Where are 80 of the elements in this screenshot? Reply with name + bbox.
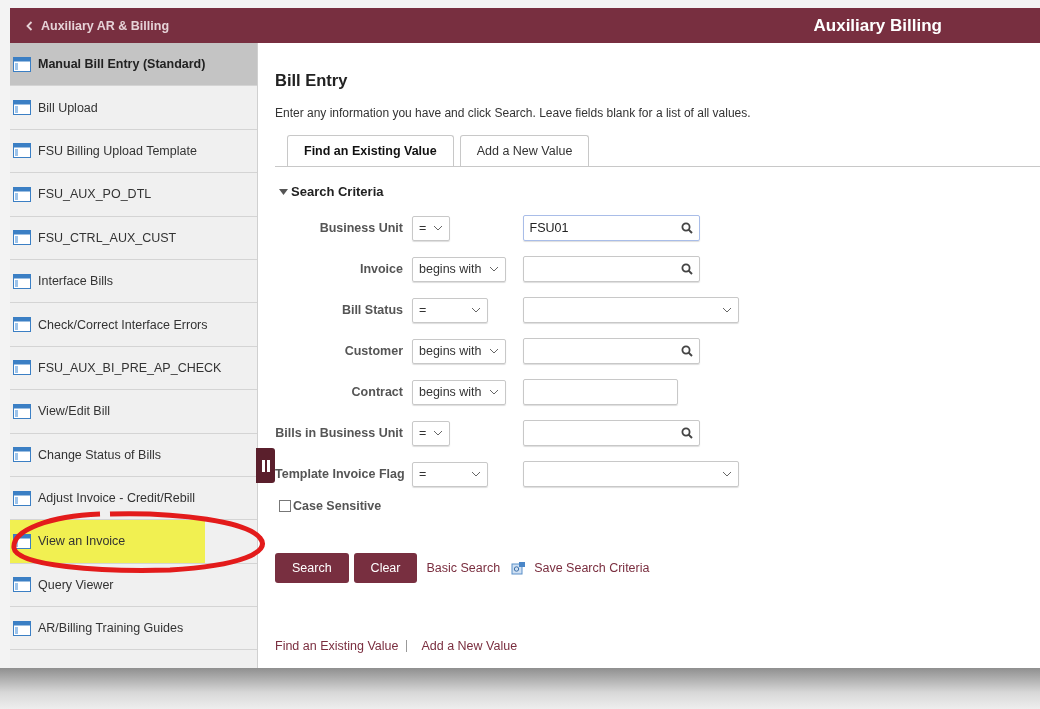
back-link[interactable]: Auxiliary AR & Billing: [26, 18, 170, 33]
tab[interactable]: Find an Existing Value: [287, 135, 454, 166]
page-icon: [13, 577, 31, 593]
sidebar-item[interactable]: FSU_AUX_BI_PRE_AP_CHECK: [10, 346, 257, 391]
field-label: Business Unit: [318, 221, 403, 235]
search-icon: [680, 345, 693, 357]
field-label: Customer: [343, 344, 403, 358]
sidebar-item[interactable]: FSU_AUX_PO_DTL: [10, 173, 257, 217]
sidebar-item[interactable]: View/Edit Bill: [10, 390, 257, 434]
field-label: Bill Status: [340, 303, 403, 317]
page-header-title: Auxiliary Billing: [813, 15, 942, 36]
lookup-field[interactable]: FSU01: [522, 215, 700, 241]
page-icon: [13, 620, 31, 636]
page-icon: [13, 100, 31, 116]
chevron-down-icon: [433, 430, 444, 436]
page-icon: [13, 360, 31, 376]
input-field[interactable]: [522, 379, 678, 405]
field-label: Invoice: [358, 262, 403, 276]
operator-dropdown[interactable]: begins with: [412, 379, 506, 405]
footer-link[interactable]: Find an Existing Value: [275, 639, 399, 653]
section-header[interactable]: Search Criteria: [279, 184, 1040, 199]
save-search-link[interactable]: Save Search Criteria: [534, 561, 650, 575]
action-button[interactable]: Clear: [353, 553, 418, 583]
value-dropdown[interactable]: [522, 461, 739, 487]
lookup-field[interactable]: [522, 338, 700, 364]
sidebar-item[interactable]: View an Invoice: [10, 520, 257, 564]
page-icon: [13, 490, 31, 506]
page-icon: [13, 273, 31, 289]
chevron-down-icon: [488, 389, 499, 395]
basic-search-link[interactable]: Basic Search: [426, 561, 501, 575]
lookup-field[interactable]: [522, 256, 700, 282]
chevron-down-icon: [471, 307, 481, 313]
operator-dropdown[interactable]: =: [412, 461, 488, 487]
sidebar-item[interactable]: Check/Correct Interface Errors: [10, 303, 257, 347]
checkbox[interactable]: [279, 500, 291, 512]
sidebar-item[interactable]: Change Status of Bills: [10, 433, 257, 477]
page-icon: [13, 143, 31, 159]
search-icon: [680, 222, 693, 234]
operator-dropdown[interactable]: begins with: [412, 338, 506, 364]
save-criteria-icon: [511, 560, 527, 576]
collapse-handle[interactable]: [256, 448, 275, 483]
chevron-down-icon: [488, 266, 499, 272]
page-icon: [13, 56, 31, 72]
search-icon: [680, 427, 693, 439]
field-label: Contract: [350, 385, 403, 399]
chevron-down-icon: [433, 225, 444, 231]
page-icon: [13, 317, 31, 333]
action-button[interactable]: Search: [275, 553, 349, 583]
page-icon: [13, 230, 31, 246]
chevron-down-icon: [721, 307, 732, 313]
tab[interactable]: Add a New Value: [459, 135, 590, 166]
page-icon: [13, 186, 31, 202]
checkbox-label: Case Sensitive: [293, 499, 382, 513]
field-label: Bills in Business Unit: [275, 426, 403, 440]
value-dropdown[interactable]: [522, 297, 739, 323]
sidebar-item[interactable]: Interface Bills: [10, 259, 257, 304]
operator-dropdown[interactable]: begins with: [412, 256, 506, 282]
sidebar-item[interactable]: AR/Billing Training Guides: [10, 607, 257, 651]
footer-link[interactable]: Add a New Value: [421, 639, 518, 653]
operator-dropdown[interactable]: =: [412, 297, 488, 323]
pause-icon: [261, 459, 270, 472]
page-icon: [13, 447, 31, 463]
operator-dropdown[interactable]: =: [412, 420, 451, 446]
lookup-field[interactable]: [522, 420, 700, 446]
sidebar-item[interactable]: Query Viewer: [10, 563, 257, 608]
chevron-down-icon: [721, 471, 732, 477]
search-icon: [680, 263, 693, 275]
page-icon: [13, 403, 31, 419]
sidebar-item[interactable]: FSU_CTRL_AUX_CUST: [10, 216, 257, 260]
triangle-icon: [279, 188, 288, 195]
field-label: Template Invoice Flag: [275, 467, 403, 481]
page-title: Bill Entry: [275, 71, 349, 90]
operator-dropdown[interactable]: =: [412, 215, 451, 241]
sidebar-item[interactable]: FSU Billing Upload Template: [10, 129, 257, 174]
instructions-text: Enter any information you have and click Search. Leave fields blank for a list of all values.: [275, 106, 752, 120]
chevron-left-icon: [26, 20, 33, 31]
chevron-down-icon: [471, 471, 481, 477]
sidebar-item[interactable]: Manual Bill Entry (Standard): [10, 43, 257, 87]
sidebar-item[interactable]: Bill Upload: [10, 86, 257, 130]
chevron-down-icon: [488, 348, 499, 354]
